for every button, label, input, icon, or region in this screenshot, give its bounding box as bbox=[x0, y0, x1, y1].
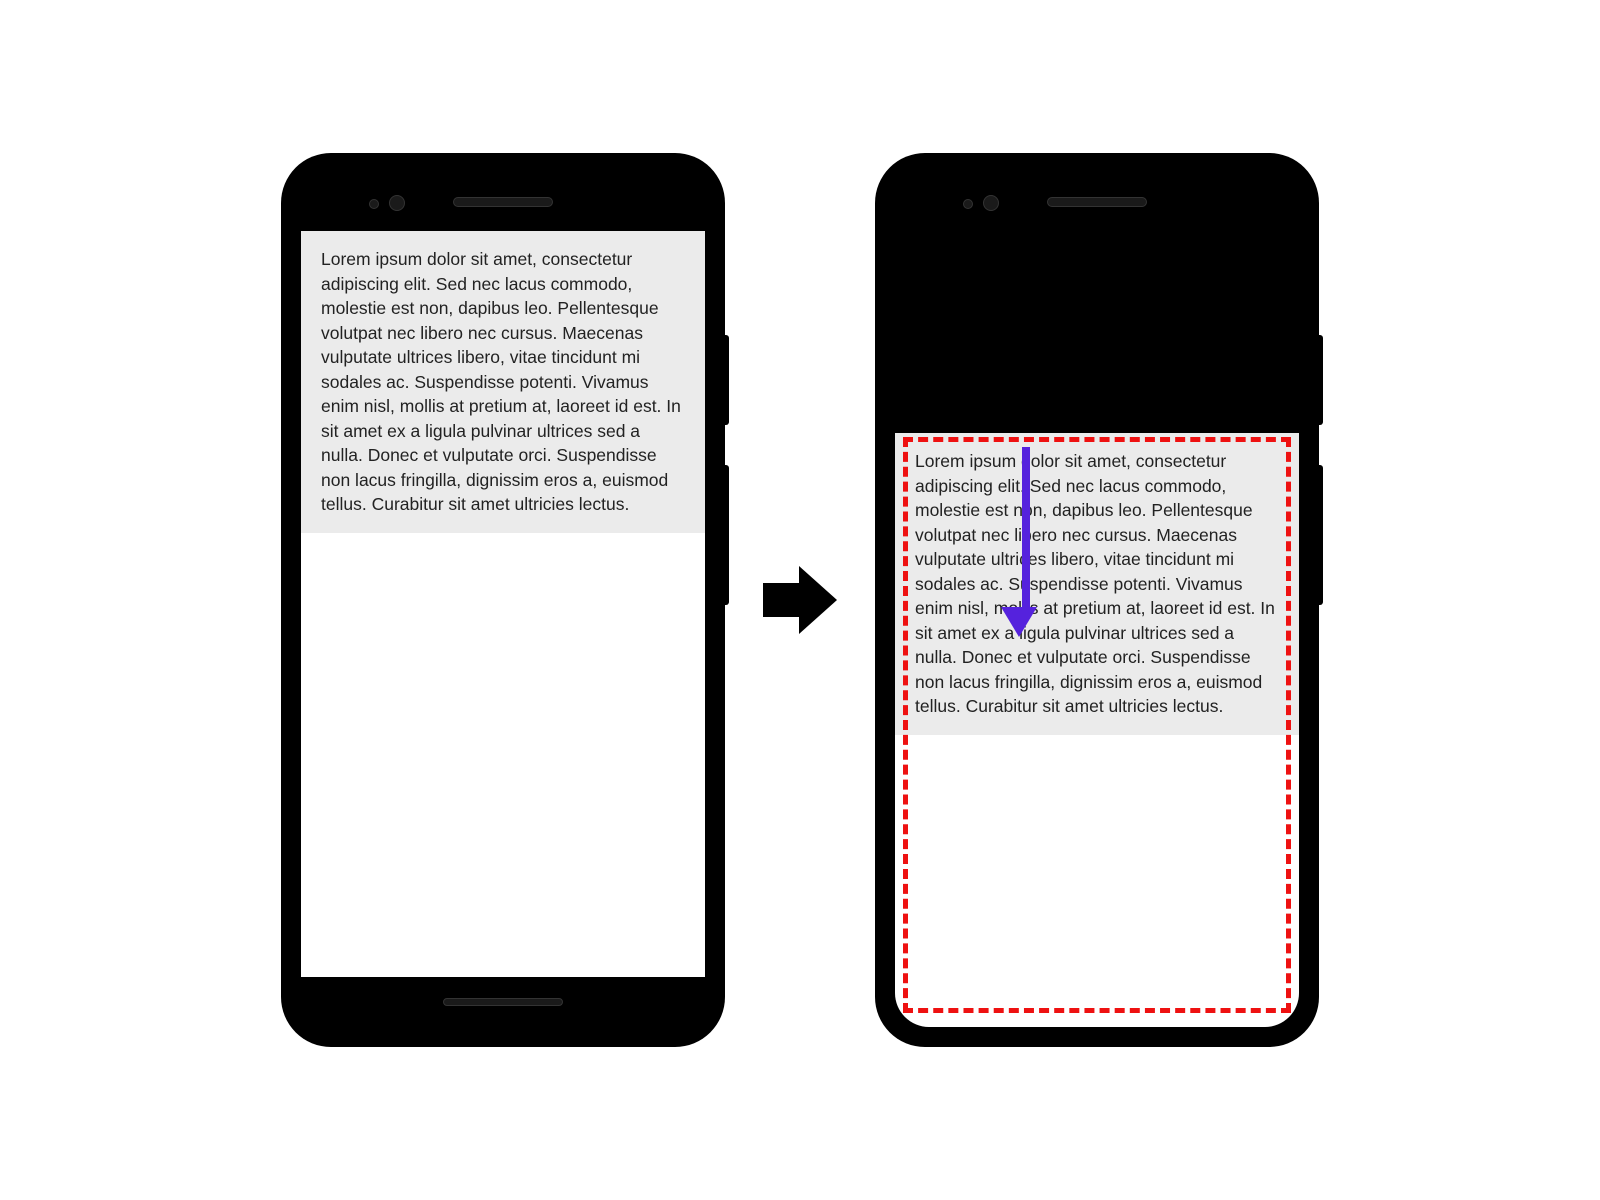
phone-top-bezel bbox=[301, 173, 705, 231]
phone-inner-frame: Lorem ipsum dolor sit amet, consectetur … bbox=[895, 173, 1299, 1027]
transition-arrow-icon bbox=[763, 566, 837, 634]
sensor-dot-icon bbox=[369, 199, 379, 209]
camera-dot-icon bbox=[983, 195, 999, 211]
phone-power-button bbox=[723, 335, 729, 425]
sensor-dot-icon bbox=[963, 199, 973, 209]
camera-dot-icon bbox=[389, 195, 405, 211]
phone-top-bezel bbox=[895, 173, 1299, 231]
lorem-text-block: Lorem ipsum dolor sit amet, consectetur … bbox=[895, 433, 1299, 735]
earpiece-speaker-icon bbox=[1047, 197, 1147, 207]
phone-screen-after: Lorem ipsum dolor sit amet, consectetur … bbox=[895, 433, 1299, 1027]
bottom-speaker-icon bbox=[443, 998, 563, 1006]
phone-inner-frame: Lorem ipsum dolor sit amet, consectetur … bbox=[301, 173, 705, 1027]
offset-down-arrow-icon bbox=[1015, 447, 1037, 637]
phone-power-button bbox=[1317, 335, 1323, 425]
earpiece-speaker-icon bbox=[453, 197, 553, 207]
phone-volume-button bbox=[1317, 465, 1323, 605]
phone-screen-before: Lorem ipsum dolor sit amet, consectetur … bbox=[301, 231, 705, 977]
phone-mockup-after: Lorem ipsum dolor sit amet, consectetur … bbox=[877, 155, 1317, 1045]
phone-bottom-bezel bbox=[301, 977, 705, 1027]
phone-mockup-before: Lorem ipsum dolor sit amet, consectetur … bbox=[283, 155, 723, 1045]
phone-volume-button bbox=[723, 465, 729, 605]
lorem-text-block: Lorem ipsum dolor sit amet, consectetur … bbox=[301, 231, 705, 533]
